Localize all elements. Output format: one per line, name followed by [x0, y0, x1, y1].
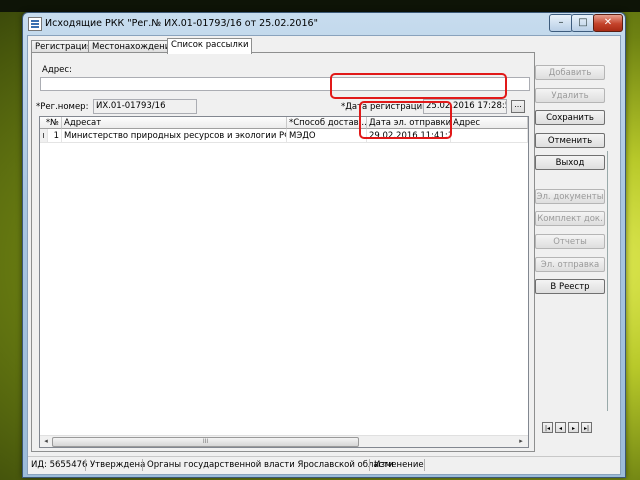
column-header-delivery-method[interactable]: *Способ достав...	[287, 117, 367, 129]
el-documents-button[interactable]: Эл. документы	[535, 189, 605, 204]
minimize-button[interactable]: –	[549, 14, 573, 32]
column-header-addressee[interactable]: Адресат	[62, 117, 287, 129]
highlight-send-date	[359, 101, 452, 139]
reports-button[interactable]: Отчеты	[535, 234, 605, 249]
scroll-divider	[607, 151, 608, 411]
column-header-address[interactable]: Адрес	[451, 117, 528, 129]
save-button[interactable]: Сохранить	[535, 110, 605, 125]
address-label: Адрес:	[42, 65, 72, 75]
close-button[interactable]: ✕	[593, 14, 623, 32]
el-send-button[interactable]: Эл. отправка	[535, 257, 605, 272]
nav-last-icon[interactable]: ▸|	[581, 422, 592, 433]
to-registry-button[interactable]: В Реестр	[535, 279, 605, 294]
status-mode: Изменение	[374, 460, 424, 470]
delete-button[interactable]: Удалить	[535, 88, 605, 103]
status-separator	[85, 459, 86, 471]
reg-number-label: *Рег.номер:	[36, 102, 89, 112]
mailing-list-grid: *№ Адресат *Способ достав... Дата эл. от…	[39, 116, 529, 448]
column-header-number[interactable]: *№	[40, 117, 62, 129]
reg-number-field[interactable]: ИХ.01-01793/16	[93, 99, 197, 114]
maximize-button[interactable]: □	[571, 14, 595, 32]
status-separator	[142, 459, 143, 471]
nav-first-icon[interactable]: |◂	[542, 422, 553, 433]
horizontal-scrollbar[interactable]: ◂ III ▸	[40, 435, 528, 447]
table-cell-delivery-method[interactable]: МЭДО	[287, 129, 367, 143]
table-cell-number[interactable]: 1	[48, 129, 62, 143]
document-set-button[interactable]: Комплект док.	[535, 211, 605, 226]
scroll-right-icon[interactable]: ▸	[516, 437, 526, 446]
status-id: ИД: 5655476	[31, 460, 88, 470]
status-organization: Органы государственной власти Ярославско…	[147, 460, 394, 470]
status-state: Утверждена	[90, 460, 146, 470]
exit-button[interactable]: Выход	[535, 155, 605, 170]
nav-prev-icon[interactable]: ◂	[555, 422, 566, 433]
highlight-reg-date	[330, 73, 507, 99]
status-separator	[424, 459, 425, 471]
mailing-list-panel: Адрес: *Рег.номер: ИХ.01-01793/16 *Дата …	[31, 52, 535, 452]
title-bar: Исходящие РКК "Рег.№ ИХ.01-01793/16 от 2…	[23, 13, 625, 35]
document-icon	[28, 17, 42, 31]
scroll-thumb[interactable]: III	[52, 437, 359, 447]
nav-next-icon[interactable]: ▸	[568, 422, 579, 433]
status-bar: ИД: 5655476 Утверждена Органы государств…	[28, 456, 620, 473]
cancel-button[interactable]: Отменить	[535, 133, 605, 148]
window-title: Исходящие РКК "Рег.№ ИХ.01-01793/16 от 2…	[45, 18, 318, 29]
window-client-area: Регистрация Местонахождение Список рассы…	[27, 35, 621, 475]
row-selector[interactable]: I	[40, 129, 48, 143]
reg-date-picker-button[interactable]: ...	[511, 100, 525, 113]
status-separator	[369, 459, 370, 471]
table-cell-addressee[interactable]: Министерство природных ресурсов и эколог…	[62, 129, 287, 143]
table-cell-address[interactable]	[451, 129, 528, 143]
rkk-window: Исходящие РКК "Рег.№ ИХ.01-01793/16 от 2…	[22, 12, 626, 478]
scroll-left-icon[interactable]: ◂	[41, 437, 51, 446]
add-button[interactable]: Добавить	[535, 65, 605, 80]
desktop-top-strip	[0, 0, 640, 12]
tab-mailing-list[interactable]: Список рассылки	[167, 38, 253, 54]
